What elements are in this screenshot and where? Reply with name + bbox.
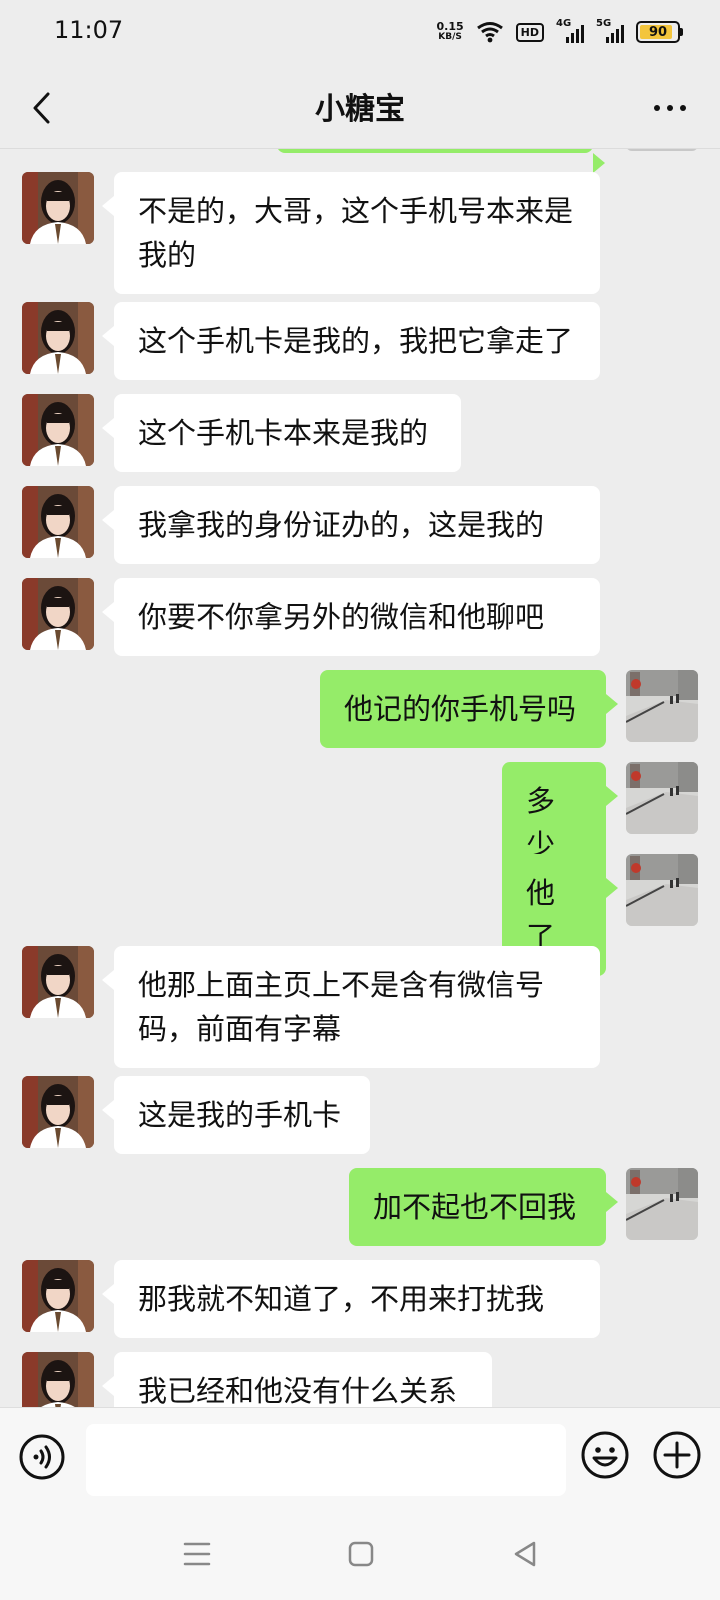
status-bar: 11:07 0.15 KB/S HD 4G 5G 90 [0, 0, 720, 66]
outgoing-message-bubble[interactable]: 加不起也不回我 [349, 1168, 618, 1246]
my-avatar[interactable] [626, 1168, 698, 1240]
incoming-message-bubble[interactable]: 这个手机卡本来是我的 [102, 394, 461, 472]
message-row: 他那上面主页上不是含有微信号码，前面有字幕 [0, 946, 720, 1068]
message-row: 这个手机卡本来是我的 [0, 394, 720, 472]
incoming-message-bubble[interactable]: 那我就不知道了，不用来打扰我 [102, 1260, 600, 1338]
message-row: 加不起也不回我 [0, 1168, 720, 1246]
battery-percent: 90 [648, 24, 668, 40]
system-back-button[interactable] [508, 1537, 542, 1571]
menu-icon [183, 1542, 211, 1566]
status-time: 11:07 [54, 16, 124, 44]
message-input[interactable] [86, 1424, 566, 1496]
message-row: 这个手机卡是我的，我把它拿走了 [0, 302, 720, 380]
message-bubble-partial[interactable] [277, 149, 605, 173]
message-row: 你要不你拿另外的微信和他聊吧 [0, 578, 720, 656]
voice-icon [19, 1434, 65, 1480]
home-square-icon [348, 1541, 374, 1567]
contact-avatar[interactable] [22, 1260, 94, 1332]
contact-avatar[interactable] [22, 1352, 94, 1407]
message-list[interactable]: 不是的，大哥，这个手机号本来是我的 这个手机卡是我的，我把它拿走了 这个手机卡本… [0, 149, 720, 1407]
my-avatar[interactable] [626, 762, 698, 834]
hd-badge: HD [515, 22, 544, 42]
more-dots-icon [654, 105, 686, 111]
contact-avatar[interactable] [22, 172, 94, 244]
input-bar [0, 1407, 720, 1508]
home-button[interactable] [344, 1537, 378, 1571]
contact-avatar[interactable] [22, 946, 94, 1018]
contact-avatar[interactable] [22, 1076, 94, 1148]
emoji-icon [581, 1431, 629, 1479]
incoming-message-bubble[interactable]: 他那上面主页上不是含有微信号码，前面有字幕 [102, 946, 600, 1068]
contact-avatar[interactable] [22, 302, 94, 374]
message-row: 多少 [0, 762, 720, 884]
contact-avatar[interactable] [22, 486, 94, 558]
incoming-message-bubble[interactable]: 你要不你拿另外的微信和他聊吧 [102, 578, 600, 656]
status-icons: 0.15 KB/S HD 4G 5G 90 [437, 18, 683, 46]
system-nav-bar [0, 1507, 720, 1600]
incoming-message-bubble[interactable]: 这是我的手机卡 [102, 1076, 370, 1154]
net-speed-unit: KB/S [438, 32, 462, 42]
my-avatar[interactable] [626, 854, 698, 926]
incoming-message-bubble[interactable]: 这个手机卡是我的，我把它拿走了 [102, 302, 600, 380]
more-actions-button[interactable] [652, 1430, 702, 1480]
incoming-message-bubble[interactable]: 我已经和他没有什么关系 [102, 1352, 492, 1407]
my-avatar[interactable] [626, 670, 698, 742]
message-row: 他记的你手机号吗 [0, 670, 720, 748]
my-avatar[interactable] [626, 149, 698, 151]
recent-apps-button[interactable] [180, 1537, 214, 1571]
net-speed-value: 0.15 [436, 20, 464, 33]
message-row: 那我就不知道了，不用来打扰我 [0, 1260, 720, 1338]
contact-avatar[interactable] [22, 394, 94, 466]
incoming-message-bubble[interactable]: 我拿我的身份证办的，这是我的 [102, 486, 600, 564]
signal-sim1-icon: 4G [556, 18, 584, 43]
back-triangle-icon [514, 1541, 536, 1567]
chat-header: 小糖宝 [0, 66, 720, 149]
message-row: 不是的，大哥，这个手机号本来是我的 [0, 172, 720, 294]
wifi-icon [476, 22, 503, 43]
message-row: 这是我的手机卡 [0, 1076, 720, 1154]
voice-button[interactable] [18, 1433, 66, 1481]
contact-avatar[interactable] [22, 578, 94, 650]
signal-sim2-icon: 5G [596, 18, 624, 43]
plus-icon [653, 1431, 701, 1479]
outgoing-message-bubble[interactable]: 他记的你手机号吗 [320, 670, 618, 748]
more-button[interactable] [642, 88, 698, 128]
message-row: 我已经和他没有什么关系 [0, 1352, 720, 1407]
net-speed: 0.15 KB/S [437, 21, 464, 43]
emoji-button[interactable] [580, 1430, 630, 1480]
incoming-message-bubble[interactable]: 不是的，大哥，这个手机号本来是我的 [102, 172, 600, 294]
message-row: 我拿我的身份证办的，这是我的 [0, 486, 720, 564]
chat-title: 小糖宝 [315, 92, 405, 127]
battery-icon: 90 [636, 21, 683, 43]
message-row: 他了 [0, 854, 720, 976]
